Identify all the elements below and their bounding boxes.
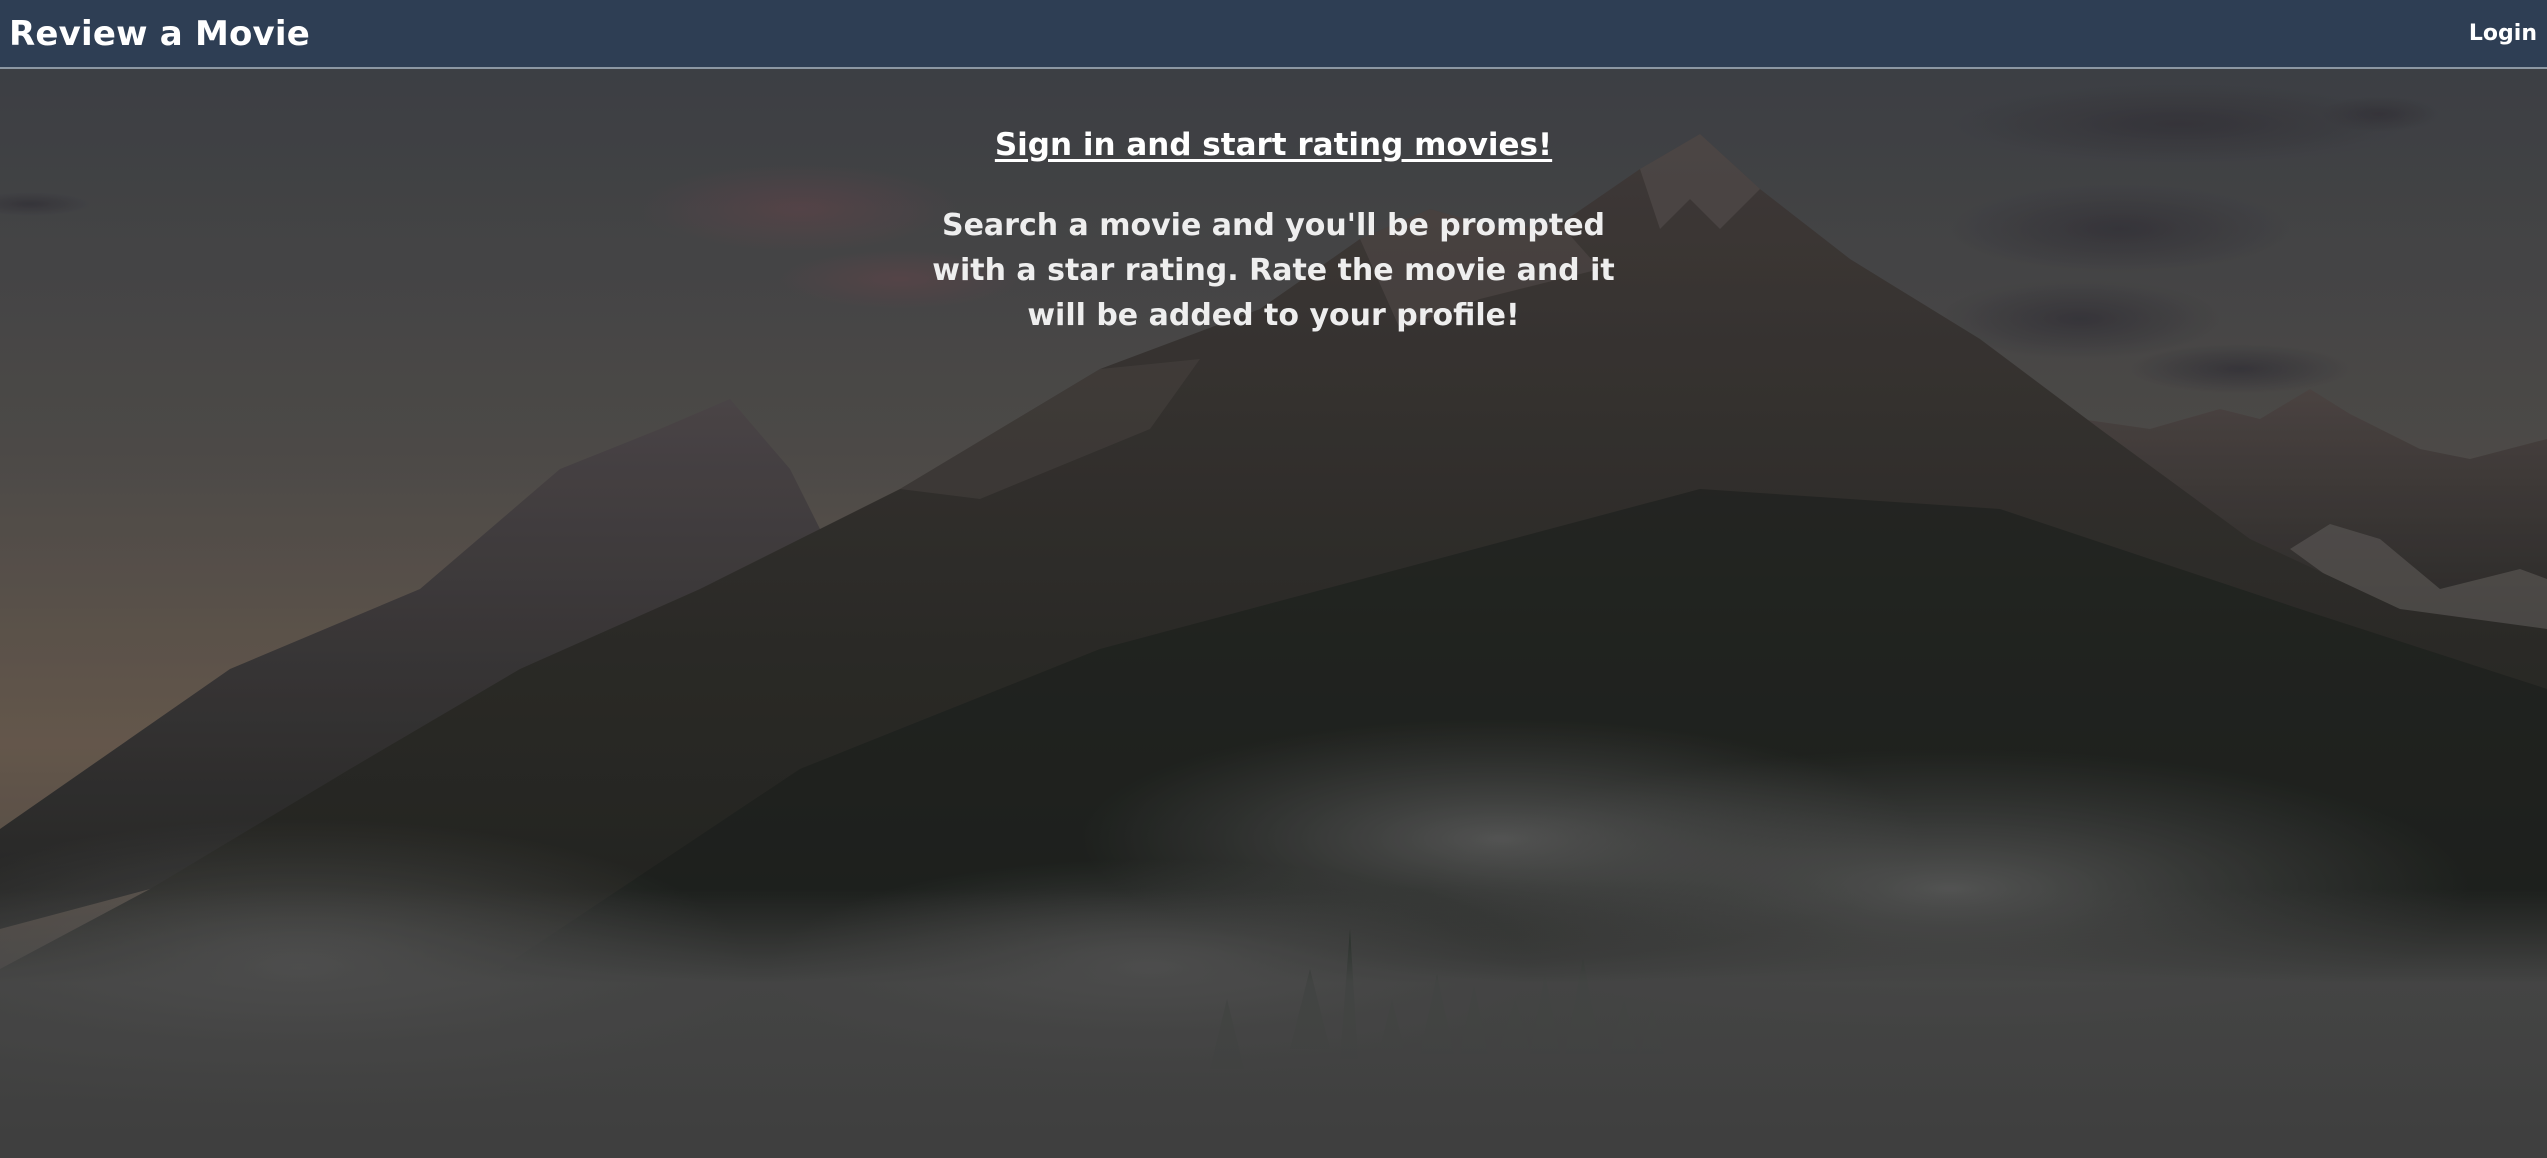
hero-content: Sign in and start rating movies! Search …	[0, 69, 2547, 338]
login-link[interactable]: Login	[2469, 21, 2537, 46]
brand-title-link[interactable]: Review a Movie	[9, 14, 310, 54]
top-navbar: Review a Movie Login	[0, 0, 2547, 69]
sign-in-cta-link[interactable]: Sign in and start rating movies!	[995, 127, 1552, 163]
hero-description: Search a movie and you'll be prompted wi…	[932, 208, 1615, 333]
